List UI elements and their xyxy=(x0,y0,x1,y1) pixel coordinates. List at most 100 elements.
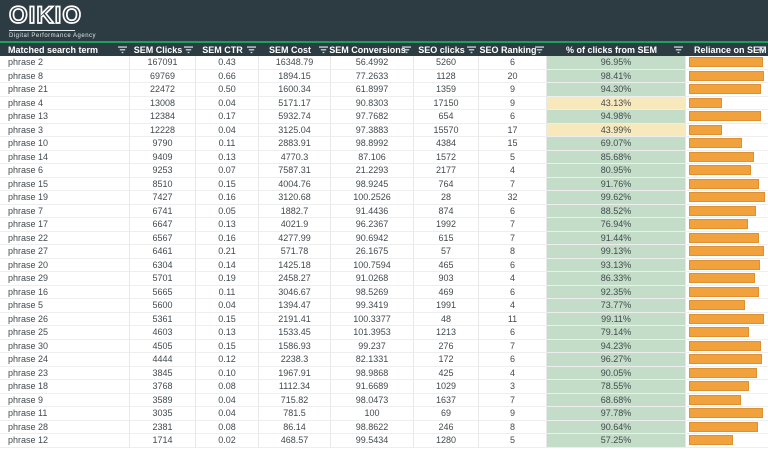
cell-reliance xyxy=(686,272,768,286)
cell-sem_conversions: 99.3419 xyxy=(331,299,414,313)
cell-seo_ranking: 32 xyxy=(479,191,547,205)
cell-term: phrase 17 xyxy=(0,218,130,232)
cell-sem_clicks: 3845 xyxy=(130,366,196,380)
cell-sem_conversions: 21.2293 xyxy=(331,164,414,178)
cell-term: phrase 19 xyxy=(0,191,130,205)
cell-term: phrase 3 xyxy=(0,123,130,137)
cell-reliance xyxy=(686,137,768,151)
cell-seo_clicks: 5260 xyxy=(414,56,479,70)
column-label: SEM CTR xyxy=(202,44,243,55)
reliance-bar xyxy=(689,111,762,122)
filter-icon[interactable] xyxy=(118,46,127,54)
column-header-sem_conversions[interactable]: SEM Conversions xyxy=(329,43,414,56)
column-header-seo_ranking[interactable]: SEO Ranking xyxy=(479,43,547,56)
cell-sem_clicks: 5361 xyxy=(130,312,196,326)
cell-sem_cost: 1967.91 xyxy=(259,366,331,380)
cell-seo_ranking: 4 xyxy=(479,272,547,286)
cell-seo_clicks: 1029 xyxy=(414,380,479,394)
cell-seo_ranking: 8 xyxy=(479,420,547,434)
cell-pct: 93.13% xyxy=(547,258,686,272)
cell-seo_clicks: 1637 xyxy=(414,393,479,407)
cell-sem_conversions: 77.2633 xyxy=(331,69,414,83)
cell-seo_clicks: 246 xyxy=(414,420,479,434)
table-row: phrase 15 8510 0.15 4004.76 98.9245 764 7 91.76… xyxy=(0,177,768,191)
reliance-bar xyxy=(689,138,742,149)
column-header-seo_clicks[interactable]: SEO clicks xyxy=(414,43,479,56)
cell-sem_cost: 1425.18 xyxy=(259,258,331,272)
cell-term: phrase 28 xyxy=(0,420,130,434)
cell-seo_ranking: 7 xyxy=(479,177,547,191)
cell-term: phrase 13 xyxy=(0,110,130,124)
cell-sem_cost: 1112.34 xyxy=(259,380,331,394)
cell-sem_conversions: 100.7594 xyxy=(331,258,414,272)
column-header-term[interactable]: Matched search term xyxy=(0,43,130,56)
filter-icon[interactable] xyxy=(184,46,193,54)
cell-pct: 94.30% xyxy=(547,83,686,97)
cell-seo_ranking: 11 xyxy=(479,312,547,326)
cell-sem_clicks: 9253 xyxy=(130,164,196,178)
filter-icon[interactable] xyxy=(756,46,765,54)
filter-icon[interactable] xyxy=(319,46,328,54)
cell-sem_cost: 16348.79 xyxy=(259,56,331,70)
cell-term: phrase 12 xyxy=(0,434,130,448)
cell-sem_conversions: 100.3377 xyxy=(331,312,414,326)
cell-term: phrase 14 xyxy=(0,150,130,164)
cell-reliance xyxy=(686,259,768,272)
cell-sem_clicks: 4444 xyxy=(130,353,196,367)
cell-sem_conversions: 91.0268 xyxy=(331,272,414,286)
filter-icon[interactable] xyxy=(535,46,544,54)
cell-pct: 90.64% xyxy=(547,420,686,434)
cell-seo_ranking: 6 xyxy=(479,285,547,299)
cell-sem_conversions: 26.1675 xyxy=(331,245,414,259)
filter-icon[interactable] xyxy=(402,46,411,54)
cell-pct: 99.62% xyxy=(547,191,686,205)
cell-sem_ctr: 0.13 xyxy=(196,218,259,232)
cell-seo_ranking: 4 xyxy=(479,299,547,313)
cell-sem_ctr: 0.21 xyxy=(196,245,259,259)
cell-pct: 91.44% xyxy=(547,231,686,245)
cell-sem_clicks: 69769 xyxy=(130,69,196,83)
cell-sem_cost: 5171.17 xyxy=(259,96,331,110)
reliance-bar xyxy=(689,97,722,108)
cell-seo_ranking: 9 xyxy=(479,83,547,97)
cell-term: phrase 21 xyxy=(0,83,130,97)
filter-icon[interactable] xyxy=(467,46,476,54)
cell-seo_ranking: 6 xyxy=(479,258,547,272)
column-header-reliance[interactable]: Reliance on SEM xyxy=(686,43,768,56)
cell-reliance xyxy=(686,353,768,367)
cell-sem_clicks: 5600 xyxy=(130,299,196,313)
reliance-bar xyxy=(689,84,761,95)
filter-icon[interactable] xyxy=(247,46,256,54)
cell-sem_conversions: 99.237 xyxy=(331,339,414,353)
cell-sem_clicks: 5665 xyxy=(130,285,196,299)
cell-reliance xyxy=(686,83,768,97)
cell-sem_cost: 2191.41 xyxy=(259,312,331,326)
cell-sem_ctr: 0.12 xyxy=(196,353,259,367)
cell-sem_clicks: 9790 xyxy=(130,137,196,151)
column-header-sem_clicks[interactable]: SEM Clicks xyxy=(130,43,196,56)
cell-reliance xyxy=(686,394,768,407)
cell-seo_clicks: 465 xyxy=(414,258,479,272)
cell-sem_conversions: 98.9868 xyxy=(331,366,414,380)
filter-icon[interactable] xyxy=(674,46,683,54)
table-row: phrase 27 6461 0.21 571.78 26.1675 57 8 99.13% xyxy=(0,245,768,259)
cell-sem_ctr: 0.04 xyxy=(196,96,259,110)
cell-seo_ranking: 7 xyxy=(479,231,547,245)
cell-sem_ctr: 0.19 xyxy=(196,272,259,286)
cell-term: phrase 22 xyxy=(0,231,130,245)
reliance-bar xyxy=(689,246,765,257)
reliance-bar xyxy=(689,421,758,432)
column-header-sem_ctr[interactable]: SEM CTR xyxy=(196,43,259,56)
column-header-sem_cost[interactable]: SEM Cost xyxy=(259,43,331,56)
cell-sem_conversions: 101.3953 xyxy=(331,326,414,340)
cell-sem_conversions: 100 xyxy=(331,407,414,421)
cell-sem_clicks: 3768 xyxy=(130,380,196,394)
cell-sem_ctr: 0.16 xyxy=(196,191,259,205)
cell-sem_cost: 4021.9 xyxy=(259,218,331,232)
cell-sem_conversions: 82.1331 xyxy=(331,353,414,367)
column-header-pct[interactable]: % of clicks from SEM xyxy=(547,43,686,56)
cell-seo_clicks: 615 xyxy=(414,231,479,245)
cell-sem_conversions: 100.2526 xyxy=(331,191,414,205)
cell-sem_conversions: 96.2367 xyxy=(331,218,414,232)
cell-sem_cost: 2883.91 xyxy=(259,137,331,151)
